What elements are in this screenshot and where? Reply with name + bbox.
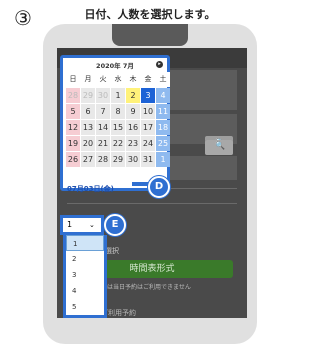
callout-connector [132,182,148,186]
chevron-down-icon: ⌄ [89,221,95,229]
calendar-day[interactable]: 11 [156,104,170,119]
calendar-grid: 日月火水木金土 28 29 30 1 2 3 4 5 6 7 8 9 10 11 12 13 14 15 16 17 18… [66,72,170,167]
calendar-day[interactable]: 13 [81,120,95,135]
calendar-day[interactable]: 6 [81,104,95,119]
calendar-day[interactable]: 19 [66,136,80,151]
people-select[interactable]: 1 ⌄ [60,215,104,235]
calendar-day[interactable]: 5 [66,104,80,119]
background-section-label: 選択 [105,247,119,255]
calendar-weekday: 土 [156,72,170,87]
badge-e: E [104,214,126,236]
calendar-day[interactable]: 24 [141,136,155,151]
calendar-day[interactable]: 20 [81,136,95,151]
people-option[interactable]: 2 [66,251,104,267]
step-title: 日付、人数を選択します。 [84,8,216,21]
calendar-day[interactable]: 21 [96,136,110,151]
people-option[interactable]: 3 [66,267,104,283]
calendar-day[interactable]: 10 [141,104,155,119]
calendar-day[interactable]: 17 [141,120,155,135]
calendar-day[interactable]: 3 [141,88,155,103]
people-dropdown[interactable]: 12345 [63,235,107,318]
calendar-weekday: 木 [126,72,140,87]
chevron-right-icon[interactable]: ▸ [156,61,163,68]
people-option[interactable]: 4 [66,283,104,299]
phone-notch [112,24,188,46]
calendar-day[interactable]: 30 [126,152,140,167]
calendar-day[interactable]: 9 [126,104,140,119]
calendar-day[interactable]: 14 [96,120,110,135]
calendar-day[interactable]: 27 [81,152,95,167]
calendar-day[interactable]: 28 [96,152,110,167]
calendar-day[interactable]: 16 [126,120,140,135]
calendar-day[interactable]: 29 [111,152,125,167]
calendar-day[interactable]: 26 [66,152,80,167]
calendar-weekday: 日 [66,72,80,87]
calendar-day: 1 [156,152,170,167]
people-option[interactable]: 1 [66,235,104,251]
people-option[interactable]: 5 [66,299,104,315]
calendar-day[interactable]: 8 [111,104,125,119]
calendar-day[interactable]: 4 [156,88,170,103]
calendar-day[interactable]: 25 [156,136,170,151]
calendar-selected-date: 07月03日(金) [67,185,114,193]
badge-d: D [148,176,170,198]
calendar-day[interactable]: 7 [96,104,110,119]
calendar-weekday: 金 [141,72,155,87]
calendar-day[interactable]: 1 [111,88,125,103]
calendar-day: 30 [96,88,110,103]
search-button[interactable]: 🔍 [205,140,233,155]
background-line [67,203,237,204]
calendar-day: 28 [66,88,80,103]
calendar-popup: 2020年 7月 ▸ 日月火水木金土 28 29 30 1 2 3 4 5 6 7 8 9 10 11 12 1… [60,55,170,193]
calendar-day[interactable]: 12 [66,120,80,135]
background-note: では当日予約はご利用できません [101,284,191,291]
calendar-weekday: 火 [96,72,110,87]
calendar-weekday: 月 [81,72,95,87]
people-select-value: 1 [67,220,73,229]
calendar-day: 29 [81,88,95,103]
calendar-day[interactable]: 31 [141,152,155,167]
search-icon: 🔍 [215,141,225,150]
calendar-day[interactable]: 22 [111,136,125,151]
calendar-month-label: 2020年 7月 [96,62,134,70]
calendar-day[interactable]: 2 [126,88,140,103]
calendar-day[interactable]: 18 [156,120,170,135]
calendar-day[interactable]: 23 [126,136,140,151]
calendar-weekday: 水 [111,72,125,87]
calendar-day[interactable]: 15 [111,120,125,135]
